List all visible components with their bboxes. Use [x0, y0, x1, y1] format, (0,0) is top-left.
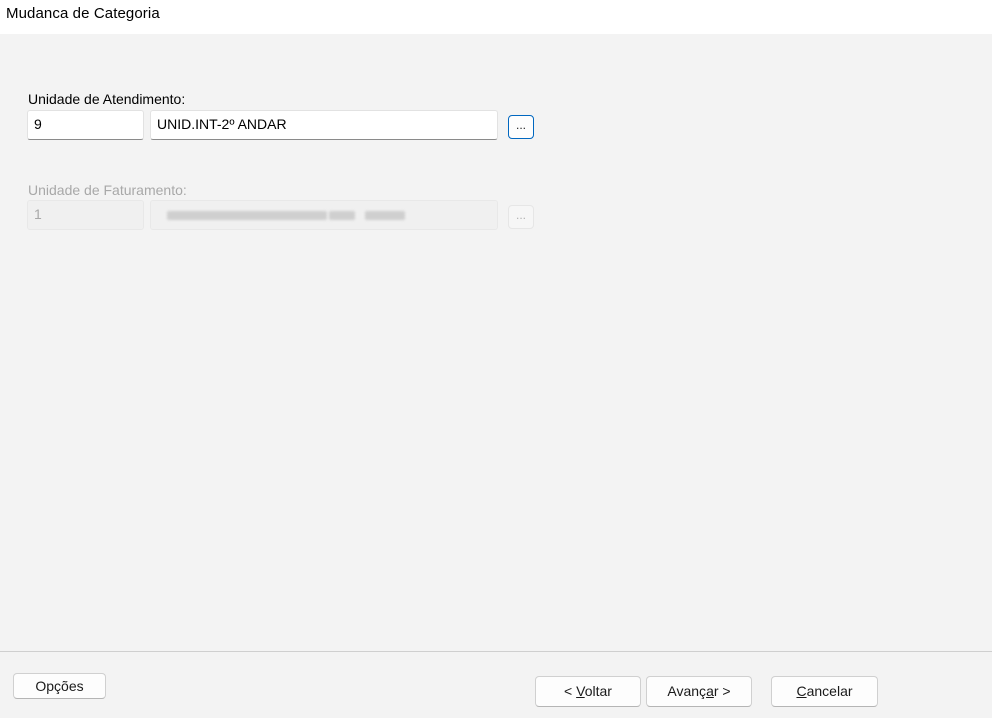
- wizard-content: Unidade de Atendimento: 9 UNID.INT-2º AN…: [0, 34, 992, 651]
- redacted-text: [329, 211, 355, 220]
- title-bar: Mudanca de Categoria: [0, 0, 992, 34]
- unidade-faturamento-label: Unidade de Faturamento:: [28, 182, 187, 198]
- unidade-atendimento-browse-button[interactable]: ...: [508, 115, 534, 139]
- avancar-button[interactable]: Avançar >: [646, 676, 752, 707]
- redacted-text: [167, 211, 327, 220]
- unidade-atendimento-code-input[interactable]: 9: [27, 110, 144, 140]
- window-title: Mudanca de Categoria: [6, 5, 160, 22]
- wizard-footer: Opções < Voltar Avançar > Cancelar: [0, 651, 992, 718]
- unidade-atendimento-name-input[interactable]: UNID.INT-2º ANDAR: [150, 110, 498, 140]
- unidade-faturamento-browse-button: ...: [508, 205, 534, 229]
- unidade-faturamento-name-input: [150, 200, 498, 230]
- unidade-faturamento-code-input: 1: [27, 200, 144, 230]
- cancelar-button[interactable]: Cancelar: [771, 676, 878, 707]
- opcoes-button[interactable]: Opções: [13, 673, 106, 699]
- unidade-atendimento-label: Unidade de Atendimento:: [28, 91, 186, 107]
- redacted-text: [365, 211, 405, 220]
- voltar-button[interactable]: < Voltar: [535, 676, 641, 707]
